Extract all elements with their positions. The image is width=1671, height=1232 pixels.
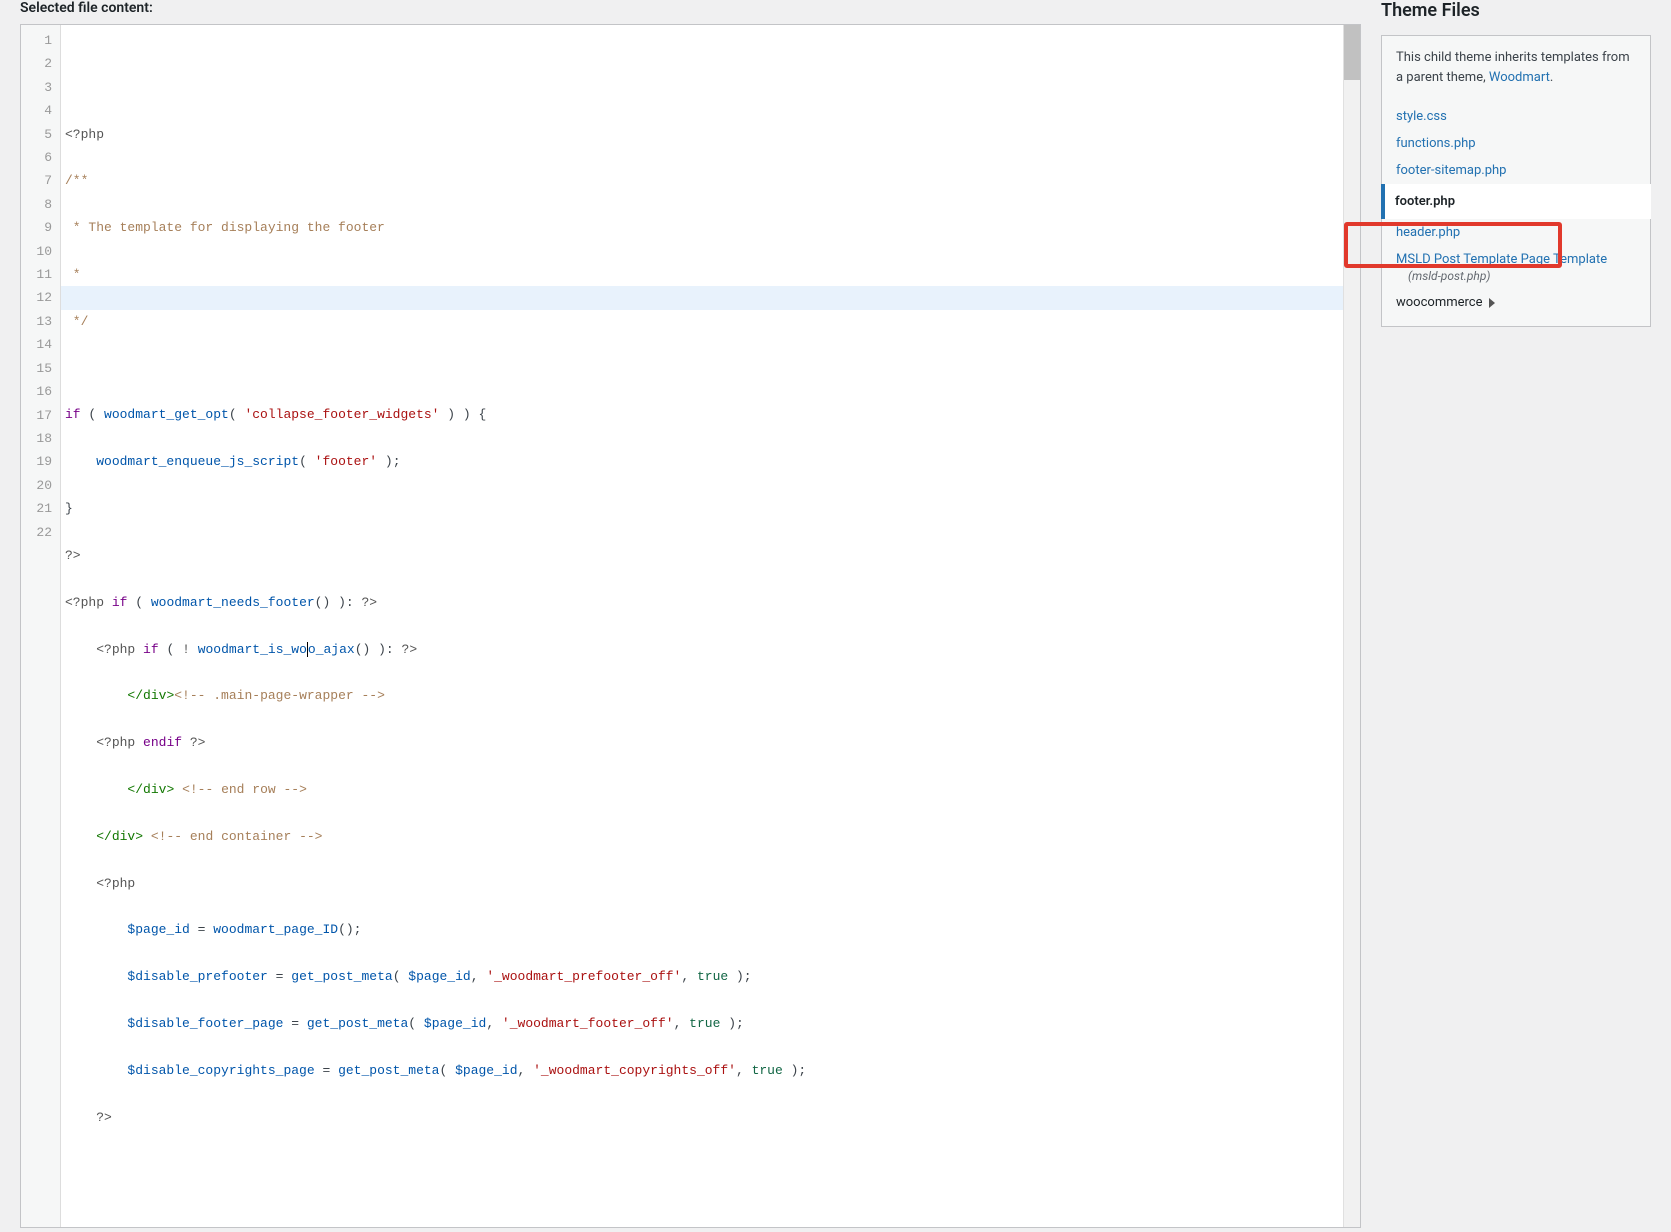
file-item-msld-post[interactable]: MSLD Post Template Page Template(msld-po…: [1382, 246, 1650, 289]
sidebar-title: Theme Files: [1381, 0, 1651, 21]
file-item-functions-php[interactable]: functions.php: [1382, 130, 1650, 157]
code-area[interactable]: <?php /** * The template for displaying …: [61, 25, 1343, 1227]
chevron-right-icon: [1489, 298, 1495, 308]
sidebar-intro-text: This child theme inherits templates from…: [1382, 36, 1650, 95]
vertical-scrollbar[interactable]: [1343, 25, 1360, 1227]
theme-files-panel: This child theme inherits templates from…: [1381, 35, 1651, 327]
scroll-thumb[interactable]: [1344, 25, 1360, 80]
section-title: Selected file content:: [20, 0, 1361, 16]
text-cursor: [307, 642, 308, 657]
file-item-style-css[interactable]: style.css: [1382, 103, 1650, 130]
code-editor[interactable]: 1 2 3 4 5 6 7 8 9 10 11 12 13 14 15 16 1…: [20, 24, 1361, 1228]
file-item-footer-sitemap-php[interactable]: footer-sitemap.php: [1382, 157, 1650, 184]
line-number-gutter: 1 2 3 4 5 6 7 8 9 10 11 12 13 14 15 16 1…: [21, 25, 61, 1227]
file-list: style.css functions.php footer-sitemap.p…: [1382, 103, 1650, 326]
parent-theme-link[interactable]: Woodmart: [1489, 70, 1550, 85]
folder-woocommerce[interactable]: woocommerce: [1382, 289, 1650, 316]
file-item-header-php[interactable]: header.php: [1382, 219, 1650, 246]
file-item-footer-php[interactable]: footer.php: [1381, 184, 1651, 219]
file-subname: (msld-post.php): [1396, 269, 1636, 283]
